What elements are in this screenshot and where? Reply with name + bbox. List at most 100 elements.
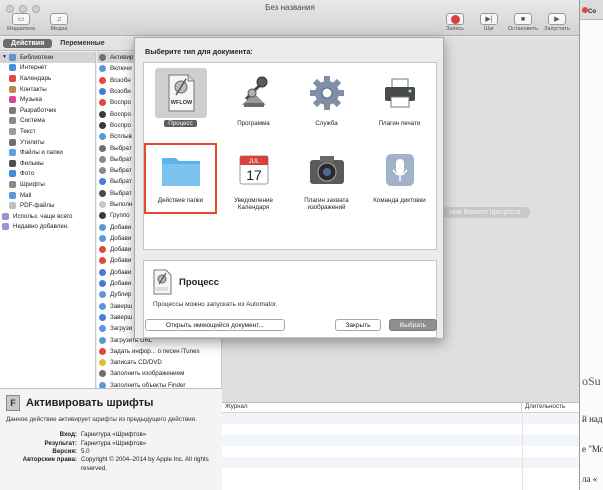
type-calendar-alarm[interactable]: JUL 17 Уведомление Календаря	[217, 143, 290, 223]
library-item[interactable]: ▼ Библиотеки	[0, 52, 95, 63]
action-item-label: Возобн	[110, 76, 131, 84]
close-button[interactable]: Закрыть	[335, 319, 381, 331]
library-list: ▼ Библиотеки Интернет Календарь Контакты Музы…	[0, 52, 96, 388]
action-item[interactable]: Заполнить объекты Finder	[97, 380, 221, 388]
stop-button[interactable]: ■ Остановить	[508, 13, 538, 32]
type-service[interactable]: Служба	[290, 66, 363, 146]
action-item[interactable]: Задать инфор... о песен iTunes	[97, 346, 221, 357]
disclosure-triangle-icon[interactable]: ▼	[2, 54, 7, 60]
action-item-label: Выбрат	[110, 189, 132, 197]
library-item[interactable]: Mail	[0, 190, 95, 201]
library-item[interactable]: Файлы и папки	[0, 147, 95, 158]
type-dictation-command[interactable]: Команда диктовки	[363, 143, 436, 223]
action-item-label: Добави	[110, 246, 132, 254]
log-column-journal[interactable]: Журнал	[222, 403, 522, 412]
record-button[interactable]: Запись	[440, 13, 470, 32]
background-text: й над	[582, 414, 603, 424]
description-meta: Вход: Гарнитура «Шрифтов» Результат: Гарнит…	[6, 431, 216, 473]
library-item-icon	[9, 149, 16, 157]
type-print-plugin-label: Плагин печати	[378, 120, 421, 127]
library-item[interactable]: Шрифты	[0, 179, 95, 190]
background-tab: Co	[580, 0, 603, 20]
action-item-label: Всплыв	[110, 133, 132, 141]
library-toggle-label: Медиатека	[7, 26, 35, 32]
log-column-duration[interactable]: Длительность	[522, 403, 565, 412]
background-text: ла «	[582, 474, 598, 484]
choose-button[interactable]: Выбрать	[389, 319, 437, 331]
tab-actions[interactable]: Действия	[3, 39, 53, 48]
action-item-icon	[99, 189, 106, 197]
open-existing-button[interactable]: Открыть имеющийся документ...	[145, 319, 285, 331]
meta-key: Авторские права:	[22, 456, 77, 464]
action-item-label: Воспро	[110, 121, 131, 129]
type-application[interactable]: Программа	[217, 66, 290, 146]
background-text: oSu	[582, 374, 601, 388]
media-label: Медиа	[50, 26, 68, 32]
action-item-icon	[99, 336, 106, 344]
meta-value: Copyright © 2004–2014 by Apple Inc. All …	[81, 456, 209, 472]
action-item-label: Загрузи	[110, 325, 133, 333]
action-item-label: Воспро	[110, 99, 131, 107]
library-item[interactable]: Разработчик	[0, 105, 95, 116]
action-item-label: Заверш	[110, 313, 133, 321]
highlight-frame	[144, 143, 217, 214]
meta-key: Вход:	[59, 431, 77, 439]
library-item[interactable]: Контакты	[0, 84, 95, 95]
library-toggle-button[interactable]: ▭ Медиатека	[4, 13, 38, 32]
type-image-capture-plugin[interactable]: Плагин захвата изображений	[290, 143, 363, 223]
action-item-label: Добави	[110, 268, 132, 276]
library-icon: ▭	[12, 13, 30, 25]
action-item-icon	[99, 302, 106, 310]
action-item-icon	[99, 88, 106, 96]
type-image-capture-plugin-label: Плагин захвата изображений	[304, 197, 349, 212]
library-item[interactable]: Интернет	[0, 63, 95, 74]
library-item[interactable]: Недавно добавлен.	[0, 222, 95, 233]
type-folder-action[interactable]: Действие папки	[144, 143, 217, 223]
library-item[interactable]: Фильмы	[0, 158, 95, 169]
step-button[interactable]: ▶| Шаг	[474, 13, 504, 32]
run-button[interactable]: ▶ Запустить	[542, 13, 572, 32]
library-item-label: Система	[20, 117, 45, 125]
library-item[interactable]: Календарь	[0, 73, 95, 84]
step-icon: ▶|	[480, 13, 498, 25]
background-text: е "Мо	[582, 444, 603, 454]
type-detail-text: Процессы можно запускать из Automator.	[153, 301, 278, 308]
titlebar: Без названия ▭ Медиатека ♫ Медиа Запись …	[0, 0, 579, 36]
meta-key: Результат:	[44, 439, 77, 447]
type-service-label: Служба	[315, 120, 338, 127]
meta-row: Авторские права: Copyright © 2004–2014 by…	[6, 456, 216, 473]
media-button[interactable]: ♫ Медиа	[42, 13, 76, 32]
action-item[interactable]: Заполнить изображением	[97, 368, 221, 379]
type-print-plugin[interactable]: Плагин печати	[363, 66, 436, 146]
library-item-icon	[9, 170, 16, 178]
library-item[interactable]: Использ. чаще всего	[0, 211, 95, 222]
library-item[interactable]: Музыка	[0, 94, 95, 105]
service-gear-icon	[309, 76, 344, 110]
description-title: Активировать шрифты	[26, 397, 154, 409]
action-item-label: Выбрат	[110, 167, 132, 175]
action-item-label: Возобн	[110, 88, 131, 96]
sheet-title: Выберите тип для документа:	[145, 47, 253, 56]
printer-icon	[384, 78, 415, 108]
action-item-icon	[99, 54, 106, 62]
tab-variables[interactable]: Переменные	[52, 39, 112, 48]
action-item[interactable]: Записать CD/DVD	[97, 357, 221, 368]
action-item-icon	[99, 133, 106, 141]
library-item-label: Музыка	[20, 96, 42, 104]
action-item-icon	[99, 99, 106, 107]
library-item[interactable]: Система	[0, 116, 95, 127]
library-item-label: PDF-файлы	[20, 202, 55, 210]
action-description: F Активировать шрифты Данное действие ак…	[0, 388, 222, 490]
library-item-label: Библиотеки	[19, 53, 54, 61]
action-item-label: Выбрат	[110, 178, 132, 186]
type-calendar-alarm-label: Уведомление Календаря	[234, 197, 273, 212]
library-item[interactable]: Текст	[0, 126, 95, 137]
library-item[interactable]: Утилиты	[0, 137, 95, 148]
library-item[interactable]: PDF-файлы	[0, 200, 95, 211]
library-item-label: Mail	[20, 191, 32, 199]
action-item-icon	[99, 178, 106, 186]
library-item[interactable]: Фото	[0, 169, 95, 180]
type-workflow[interactable]: WFLOW Процесс	[144, 66, 217, 146]
action-item-icon	[99, 167, 106, 175]
library-item-icon	[9, 74, 16, 82]
